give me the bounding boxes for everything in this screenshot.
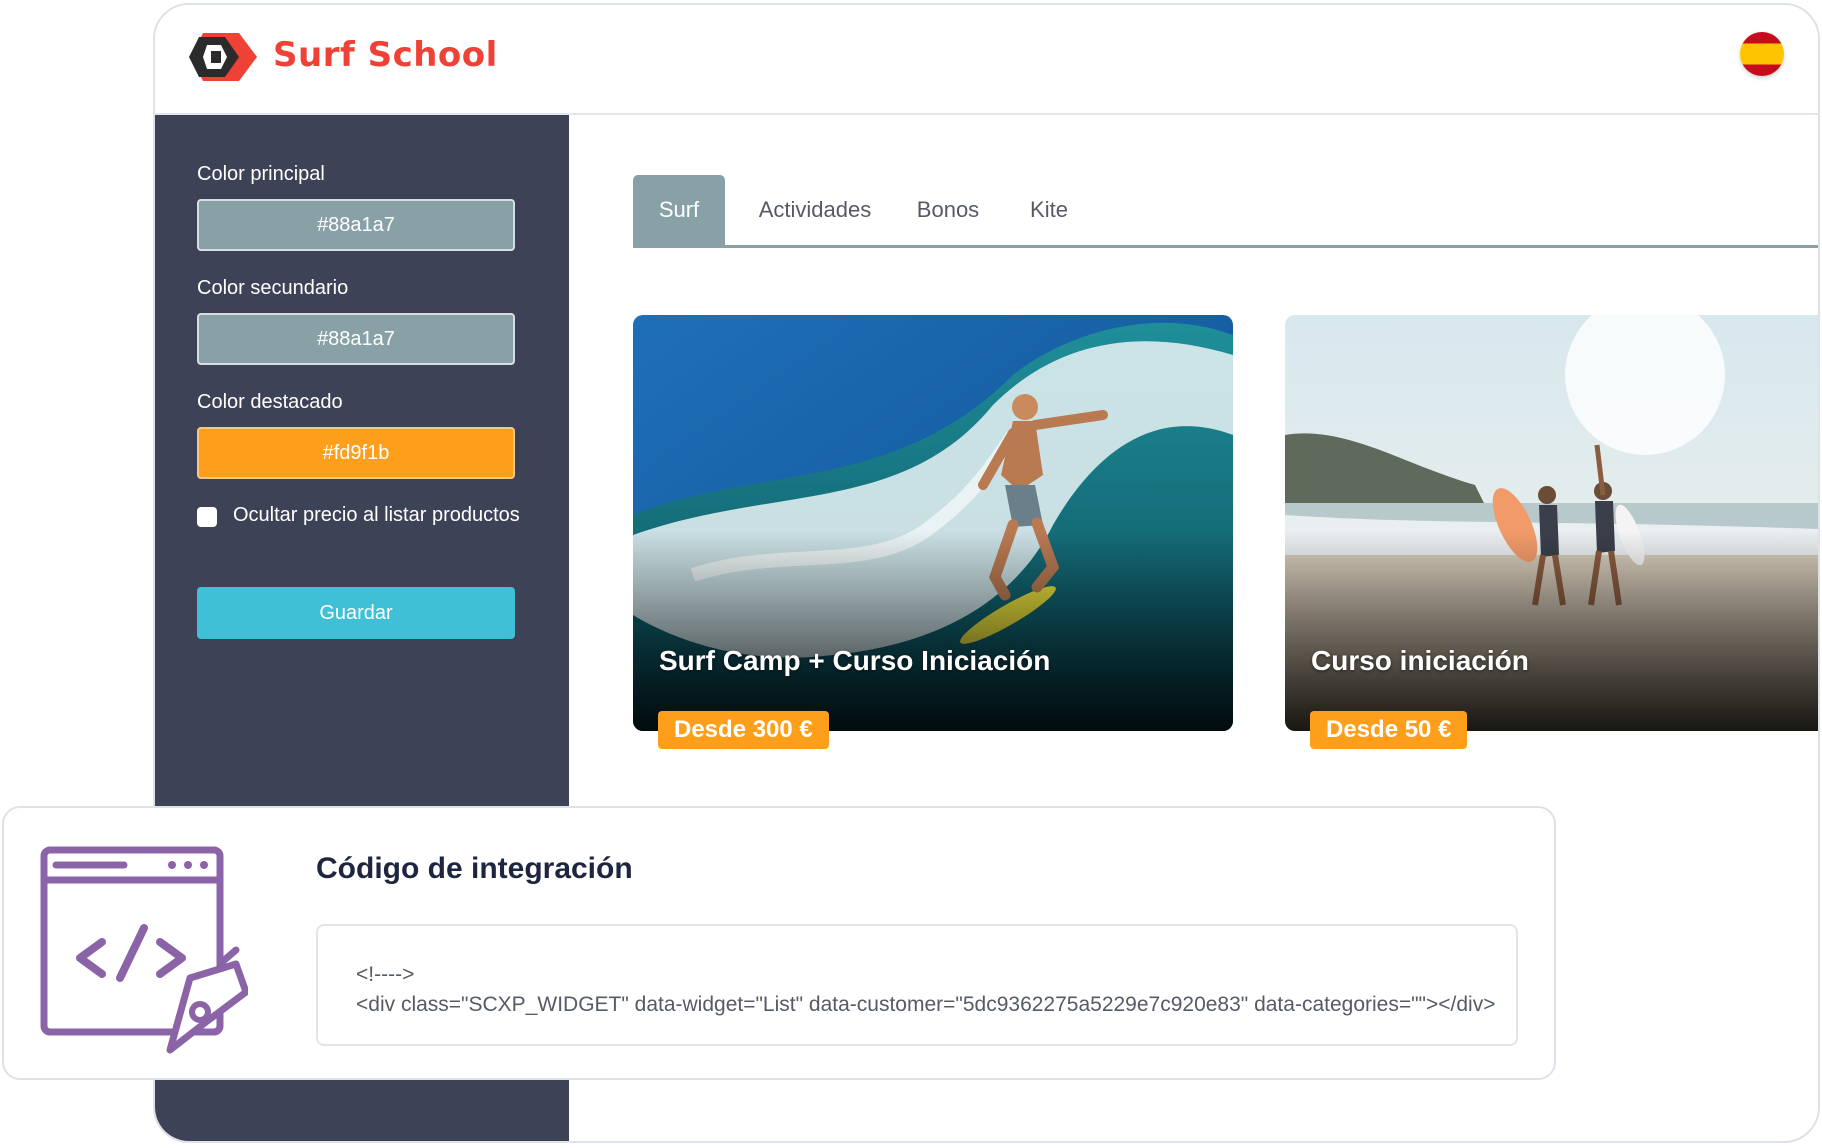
code-editor-icon xyxy=(40,846,248,1054)
highlight-color-label: Color destacado xyxy=(197,391,343,413)
integration-panel: Código de integración <!----> <div class… xyxy=(2,806,1556,1080)
brand-name: Surf School xyxy=(273,35,498,75)
primary-color-field[interactable]: #88a1a7 xyxy=(197,199,515,251)
card-gradient xyxy=(633,531,1233,731)
integration-code-box[interactable]: <!----> <div class="SCXP_WIDGET" data-wi… xyxy=(316,924,1518,1046)
tab-bonos[interactable]: Bonos xyxy=(903,175,993,245)
card-title: Surf Camp + Curso Iniciación xyxy=(659,645,1051,676)
primary-color-label: Color principal xyxy=(197,163,325,185)
card-title: Curso iniciación xyxy=(1311,645,1529,676)
es-flag-icon[interactable] xyxy=(1740,32,1784,76)
code-comment: <!----> xyxy=(356,963,415,986)
topbar: Surf School xyxy=(155,5,1818,115)
price-badge: Desde 300 € xyxy=(658,711,829,749)
hide-price-checkbox[interactable] xyxy=(197,507,217,527)
hide-price-label: Ocultar precio al listar productos xyxy=(233,504,520,526)
code-snippet: <div class="SCXP_WIDGET" data-widget="Li… xyxy=(356,993,1496,1016)
secondary-color-field[interactable]: #88a1a7 xyxy=(197,313,515,365)
product-card[interactable]: Surf Camp + Curso Iniciación Desde 300 € xyxy=(633,315,1233,749)
tab-kite[interactable]: Kite xyxy=(1009,175,1089,245)
integration-title: Código de integración xyxy=(316,852,633,885)
tab-actividades[interactable]: Actividades xyxy=(743,175,887,245)
tab-underline xyxy=(633,245,1818,248)
product-card[interactable]: Curso iniciación Desde 50 € xyxy=(1285,315,1818,749)
category-tabs: Surf Actividades Bonos Kite xyxy=(633,175,1818,249)
save-button[interactable]: Guardar xyxy=(197,587,515,639)
highlight-color-field[interactable]: #fd9f1b xyxy=(197,427,515,479)
price-badge: Desde 50 € xyxy=(1310,711,1468,749)
tab-surf[interactable]: Surf xyxy=(633,175,725,245)
secondary-color-label: Color secundario xyxy=(197,277,349,299)
card-gradient xyxy=(1285,531,1818,731)
brand-logo-icon xyxy=(189,33,257,81)
